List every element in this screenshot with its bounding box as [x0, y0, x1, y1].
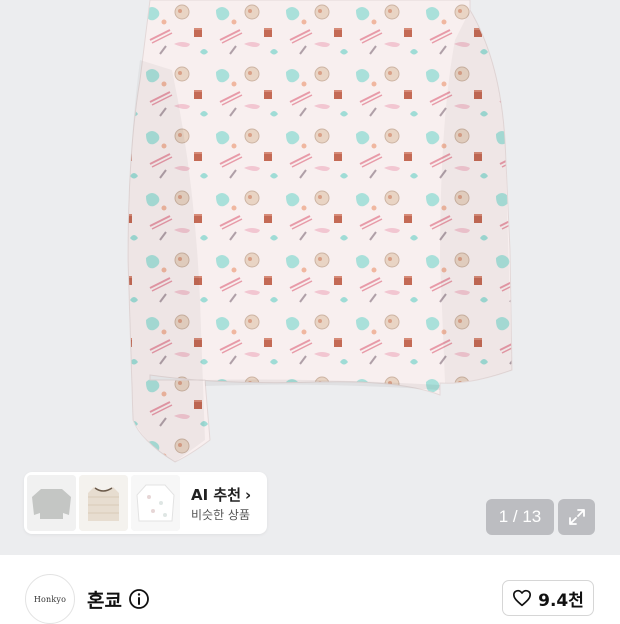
- info-icon[interactable]: [128, 588, 150, 610]
- fullscreen-button[interactable]: [558, 499, 595, 535]
- ai-recommend-subtitle: 비슷한 상품: [191, 508, 251, 522]
- grey-top-icon: [27, 475, 76, 531]
- ai-recommend-title-text: AI 추천: [191, 486, 242, 504]
- brand-logo-text: Honkyo: [33, 594, 67, 604]
- expand-icon: [568, 509, 585, 525]
- like-count: 9.4천: [538, 590, 584, 611]
- image-page-counter: 1 / 13: [486, 499, 554, 535]
- chevron-right-icon: ›: [245, 486, 252, 504]
- brand-name[interactable]: 혼쿄: [87, 586, 122, 613]
- ai-recommend-title[interactable]: AI 추천 ›: [191, 484, 251, 505]
- beige-top-icon: [79, 475, 128, 531]
- heart-icon: [513, 589, 532, 607]
- white-blouse-icon: [131, 475, 180, 531]
- like-button[interactable]: 9.4천: [502, 580, 594, 616]
- recommend-thumbnail-2[interactable]: [79, 475, 128, 531]
- ai-recommend-card[interactable]: AI 추천 › 비슷한 상품: [24, 472, 267, 534]
- recommend-thumbnail-3[interactable]: [131, 475, 180, 531]
- recommend-thumbnail-1[interactable]: [27, 475, 76, 531]
- brand-logo[interactable]: Honkyo: [25, 574, 75, 624]
